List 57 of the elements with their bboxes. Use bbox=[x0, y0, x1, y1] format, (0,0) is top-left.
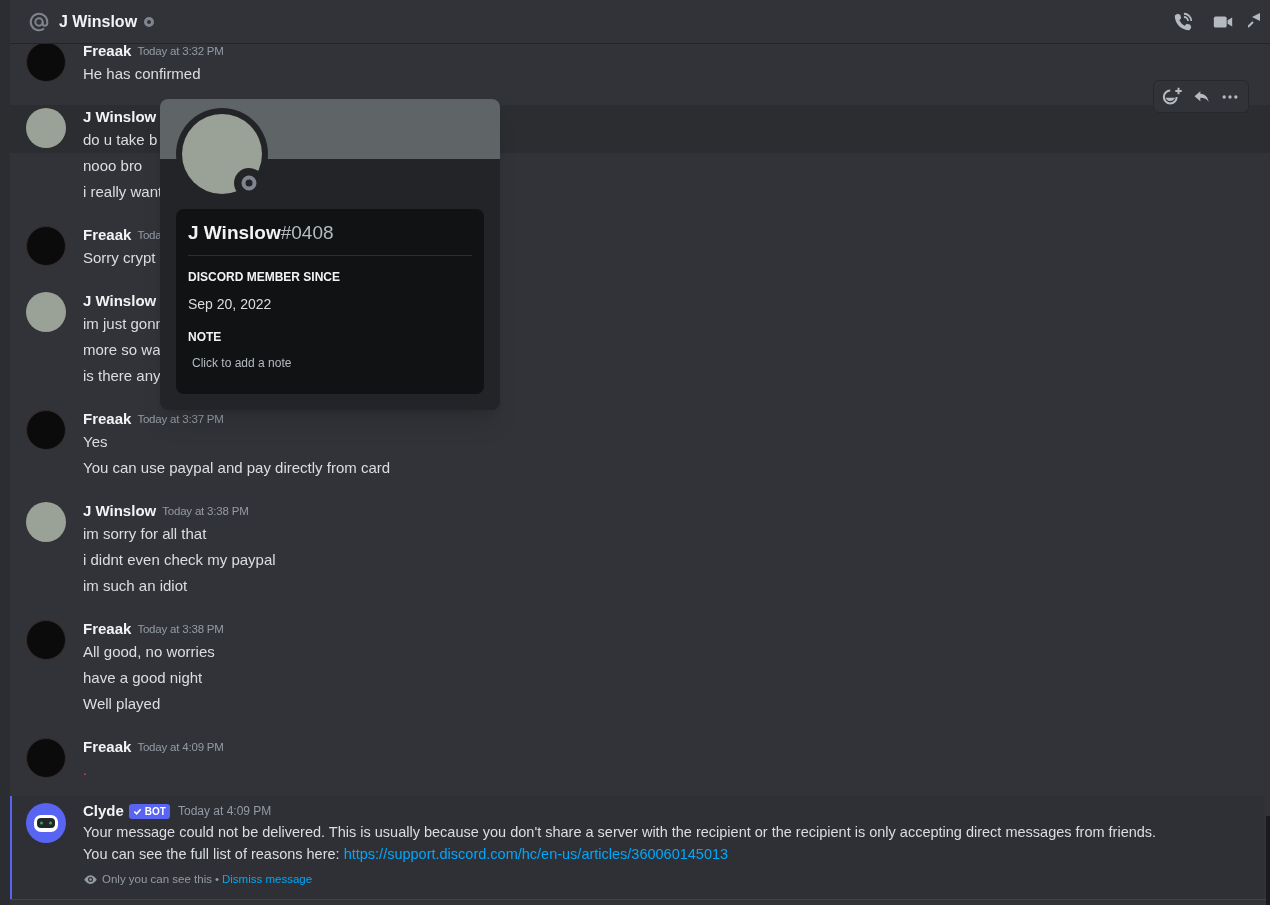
timestamp: Today at 3:38 PM bbox=[162, 504, 249, 519]
voice-call-icon[interactable] bbox=[1172, 10, 1194, 33]
author-name[interactable]: Freaak bbox=[83, 225, 132, 245]
timestamp: Today at 3:32 PM bbox=[137, 44, 224, 59]
message-text: do u take b bbox=[83, 130, 158, 150]
author-name[interactable]: J Winslow bbox=[83, 501, 157, 521]
message-text: im such an idiot bbox=[83, 576, 188, 596]
note-field[interactable]: Click to add a note bbox=[192, 354, 462, 372]
message-text: You can see the full list of reasons here: https://support.discord.com/hc/en-us/articles/360060145013 bbox=[83, 845, 730, 864]
avatar-logo bbox=[26, 226, 66, 266]
message-text: All good, no worries bbox=[83, 642, 215, 662]
author-name[interactable]: Freaak bbox=[83, 737, 132, 757]
message-text: Yes bbox=[83, 432, 108, 452]
photo-placeholder bbox=[26, 108, 66, 148]
author-name[interactable]: J Winslow bbox=[83, 107, 157, 127]
author-name[interactable]: Freaak bbox=[83, 41, 132, 61]
timestamp: Today at 4:09 PM bbox=[137, 740, 224, 755]
section-label: DISCORD MEMBER SINCE bbox=[188, 269, 341, 286]
avatar-logo bbox=[26, 410, 66, 450]
checkmark-icon bbox=[132, 806, 142, 816]
support-link[interactable]: https://support.discord.com/hc/en-us/articles/360060145013 bbox=[343, 846, 729, 862]
message-text: is there any bbox=[83, 366, 161, 386]
avatar-logo bbox=[26, 738, 66, 778]
bot-tag: BOT bbox=[128, 803, 170, 819]
avatar-logo bbox=[26, 42, 66, 82]
avatar-logo bbox=[26, 620, 66, 660]
message-text: He has confirmed bbox=[83, 64, 201, 84]
dismiss-link[interactable]: Dismiss message bbox=[222, 871, 313, 889]
profile-username: J Winslow bbox=[188, 222, 281, 243]
timestamp: Today at 3:37 PM bbox=[137, 412, 224, 427]
author-name[interactable]: Freaak bbox=[83, 409, 132, 429]
message-text: have a good night bbox=[83, 668, 203, 688]
timestamp: Today at 3:38 PM bbox=[137, 622, 224, 637]
photo-placeholder bbox=[26, 502, 66, 542]
message-text: Sorry crypt bbox=[83, 248, 156, 268]
author-name[interactable]: Clyde bbox=[83, 799, 124, 823]
message-text: more so wa bbox=[83, 340, 161, 360]
visibility-note: Only you can see this bbox=[102, 872, 212, 887]
message-text: Well played bbox=[83, 694, 161, 714]
author-name[interactable]: Freaak bbox=[83, 619, 132, 639]
photo-placeholder bbox=[26, 292, 66, 332]
author-name[interactable]: J Winslow bbox=[83, 291, 157, 311]
channel-title: J Winslow bbox=[59, 11, 138, 32]
message-text: nooo bro bbox=[83, 156, 143, 176]
section-label: NOTE bbox=[188, 329, 223, 346]
message-text: You can use paypal and pay directly from card bbox=[83, 458, 391, 478]
member-since-date: Sep 20, 2022 bbox=[188, 295, 273, 314]
message-text: Your message could not be delivered. This is usually because you don't share a server with the recipient or the recipient is only accepting direct messages from friends. bbox=[83, 823, 1157, 842]
at-sign-icon bbox=[28, 10, 50, 33]
timestamp: Today at 4:09 PM bbox=[177, 803, 272, 820]
bot-avatar-icon bbox=[26, 803, 66, 843]
message-text: i didnt even check my paypal bbox=[83, 550, 276, 570]
failed-message-text: . bbox=[83, 760, 88, 780]
profile-discriminator: #0408 bbox=[280, 222, 334, 243]
status-icon bbox=[144, 16, 155, 27]
message-text: im sorry for all that bbox=[83, 524, 207, 544]
separator-dot: • bbox=[214, 872, 219, 887]
